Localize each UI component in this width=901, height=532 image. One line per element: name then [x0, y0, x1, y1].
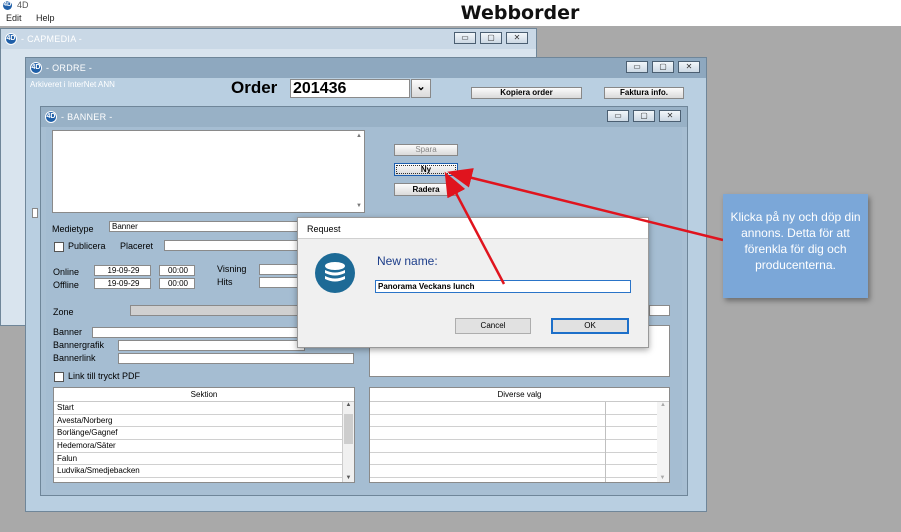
arrow-from-input [444, 171, 506, 285]
instruction-callout: Klicka på ny och döp din annons. Detta f… [723, 194, 868, 298]
arrow-from-callout [447, 168, 724, 242]
